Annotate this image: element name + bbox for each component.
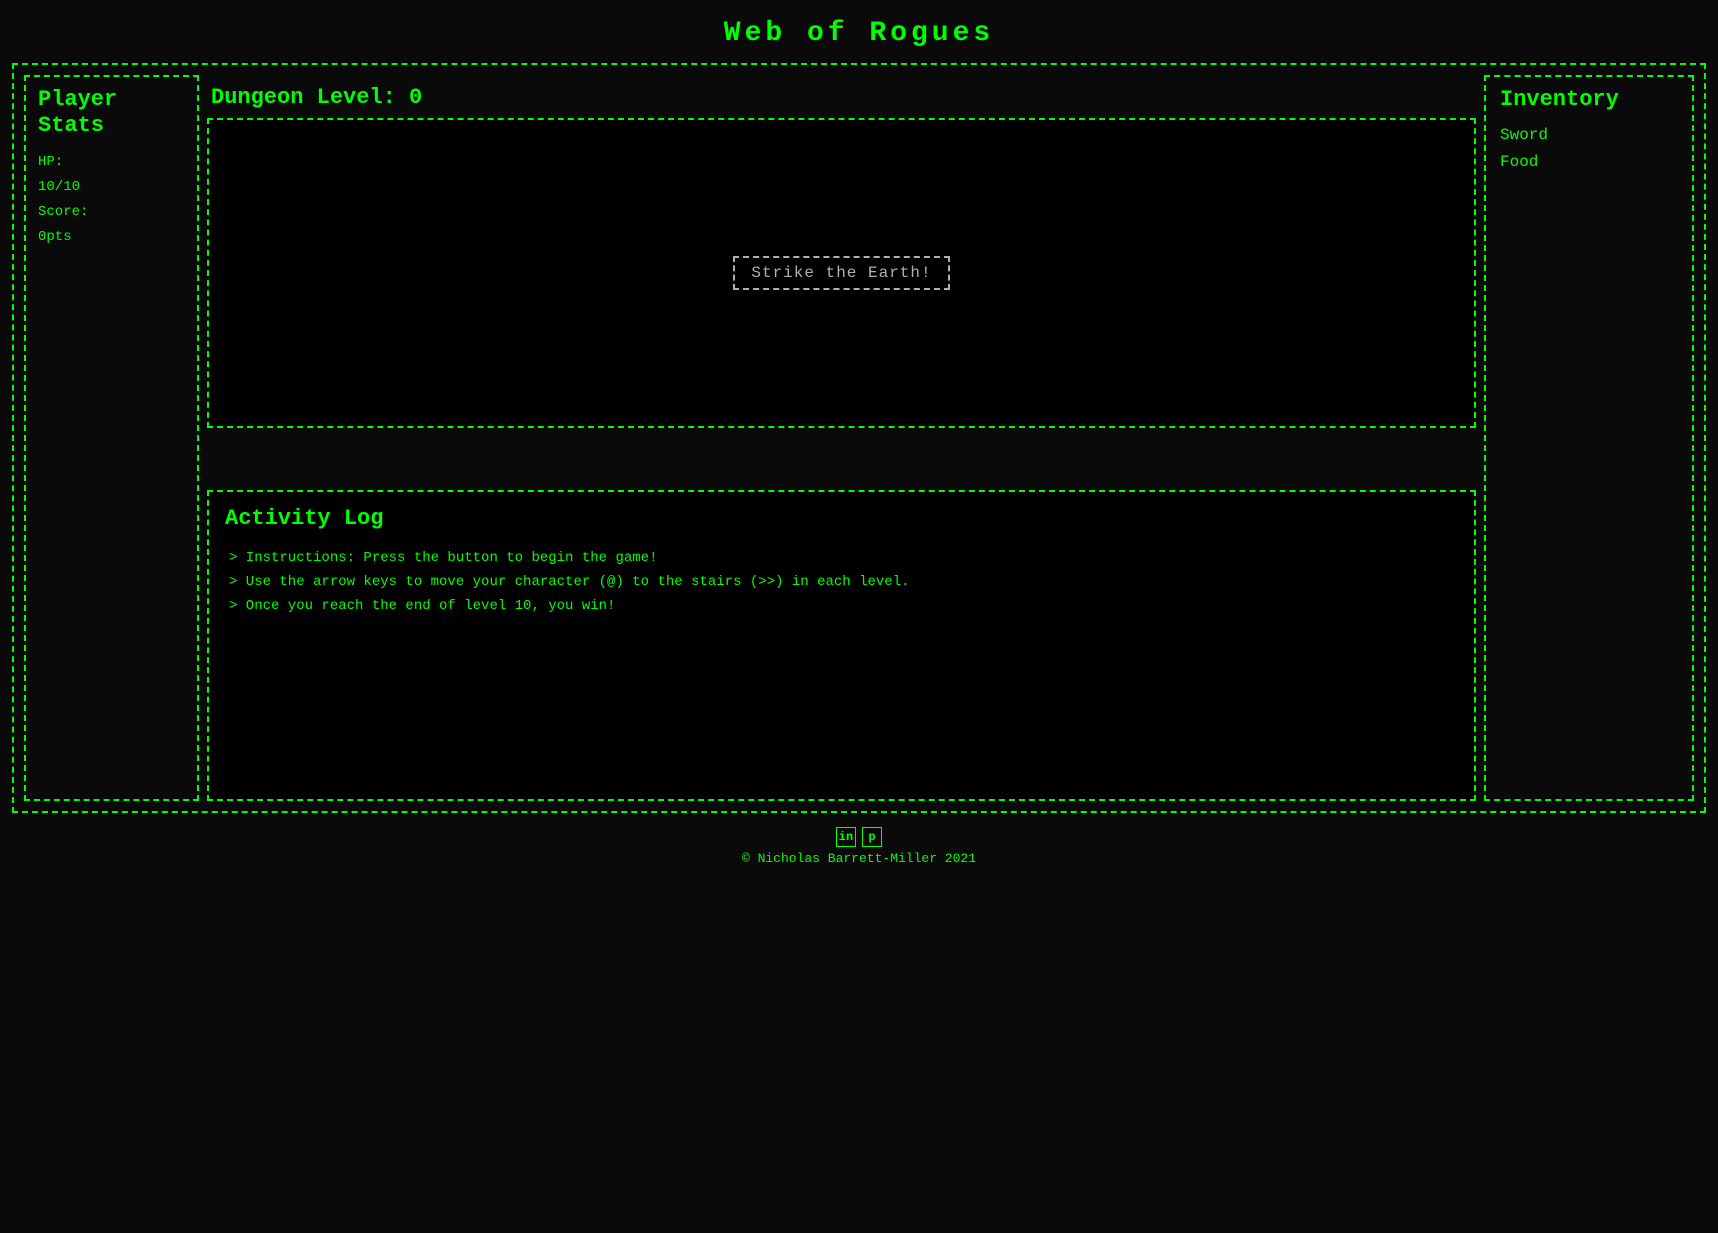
log-line-1: > Instructions: Press the button to begi… (225, 547, 1458, 571)
log-line-2: > Use the arrow keys to move your charac… (225, 571, 1458, 595)
linkedin-icon[interactable]: in (836, 827, 856, 847)
main-layout: Player Stats HP: 10/10 Score: 0pts Dunge… (12, 63, 1706, 813)
log-line-3: > Once you reach the end of level 10, yo… (225, 595, 1458, 619)
hp-label: HP: (38, 152, 185, 173)
footer-copyright: © Nicholas Barrett-Miller 2021 (0, 851, 1718, 866)
player-stats-panel: Player Stats HP: 10/10 Score: 0pts (24, 75, 199, 801)
score-label: Score: (38, 202, 185, 223)
spacer (207, 428, 1476, 490)
footer-icons: in p (0, 827, 1718, 847)
inventory-item-sword: Sword (1500, 122, 1678, 149)
inventory-title: Inventory (1500, 87, 1678, 112)
center-panel: Dungeon Level: 0 Strike the Earth! Activ… (199, 75, 1484, 801)
page-title: Web of Rogues (0, 0, 1718, 63)
dungeon-level-header: Dungeon Level: 0 (211, 75, 1476, 118)
strike-button-container: Strike the Earth! (733, 256, 949, 290)
portfolio-icon[interactable]: p (862, 827, 882, 847)
inventory-item-food: Food (1500, 149, 1678, 176)
score-value: 0pts (38, 227, 185, 248)
footer: in p © Nicholas Barrett-Miller 2021 (0, 813, 1718, 874)
player-stats-title: Player Stats (38, 87, 185, 140)
game-viewport: Strike the Earth! (207, 118, 1476, 428)
activity-log-title: Activity Log (225, 506, 1458, 531)
strike-the-earth-button[interactable]: Strike the Earth! (733, 256, 949, 290)
hp-value: 10/10 (38, 177, 185, 198)
inventory-panel: Inventory Sword Food (1484, 75, 1694, 801)
activity-log-panel: Activity Log > Instructions: Press the b… (207, 490, 1476, 801)
